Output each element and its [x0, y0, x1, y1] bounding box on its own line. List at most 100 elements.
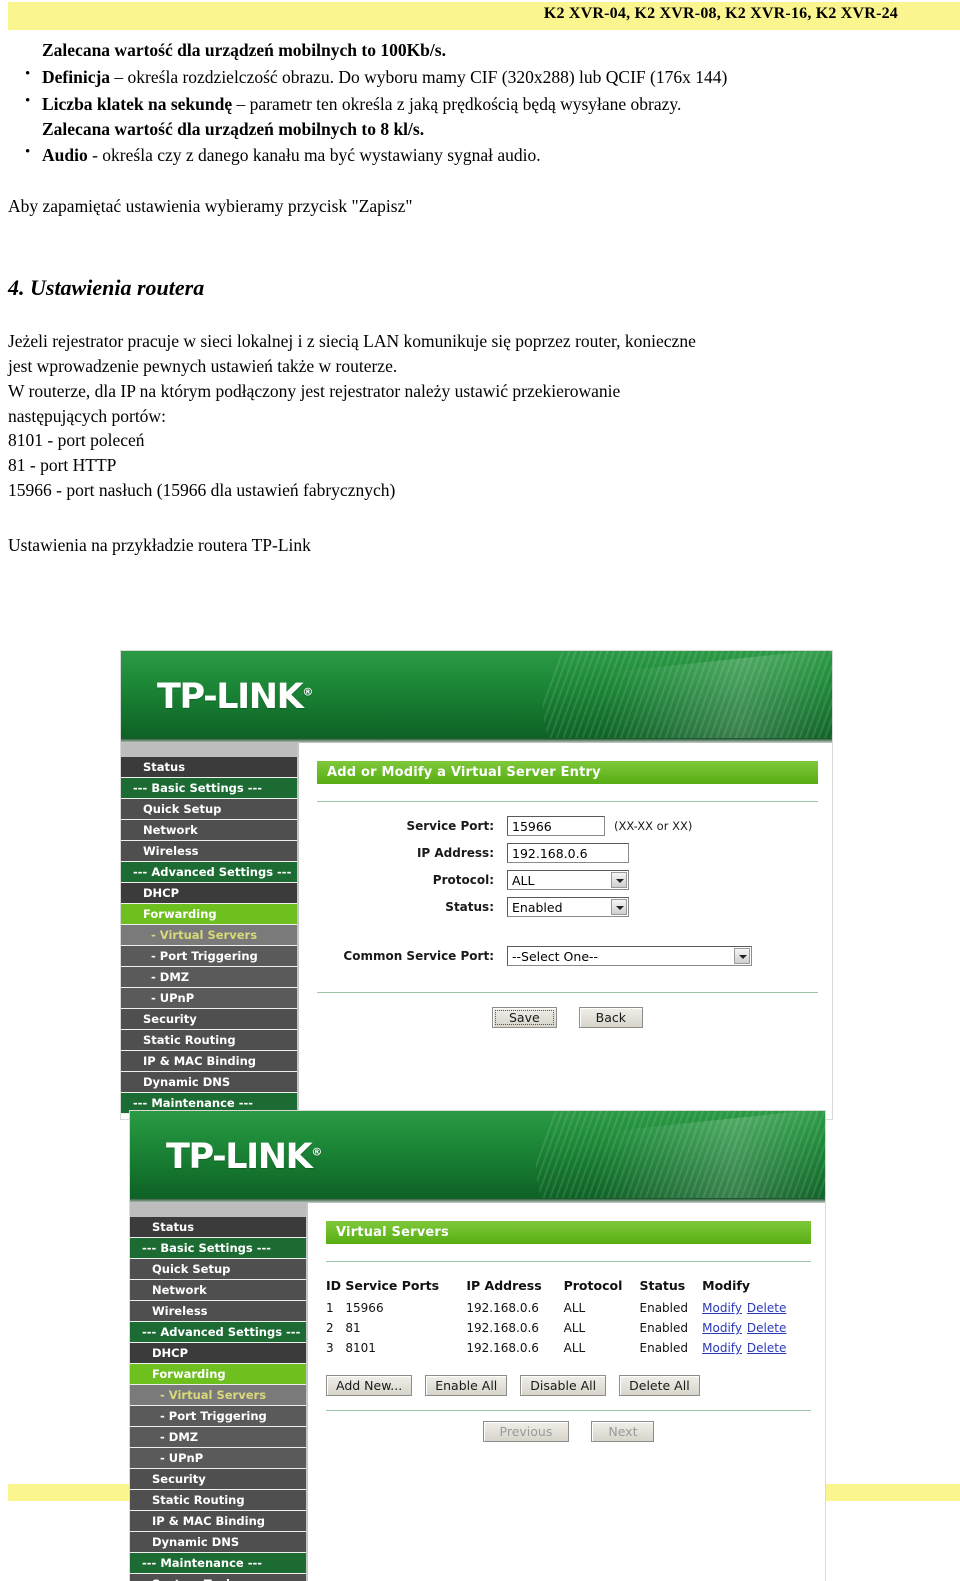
chevron-down-icon[interactable]: [734, 948, 750, 964]
sidebar-item-security[interactable]: Security: [130, 1469, 306, 1490]
list-item: Liczba klatek na sekundę – parametr ten …: [0, 91, 960, 142]
common-service-port-label: Common Service Port:: [343, 949, 494, 963]
sidebar-item-virtual-servers[interactable]: - Virtual Servers: [130, 1385, 306, 1406]
add-new-button[interactable]: Add New...: [326, 1375, 413, 1396]
modify-link[interactable]: Modify: [702, 1301, 742, 1315]
sidebar-item-quick-setup[interactable]: Quick Setup: [130, 1259, 306, 1280]
sidebar-item-dmz[interactable]: - DMZ: [130, 1427, 306, 1448]
port-line-8101: 8101 - port poleceń: [8, 430, 145, 451]
sidebar-item-port-triggering[interactable]: - Port Triggering: [121, 946, 297, 967]
cell-protocol: ALL: [563, 1341, 586, 1355]
sidebar-item-quick-setup[interactable]: Quick Setup: [121, 799, 297, 820]
divider: [317, 801, 818, 802]
table-row: 2 81 192.168.0.6 ALL Enabled Modify Delete: [326, 1318, 811, 1338]
cell-ip: 192.168.0.6: [466, 1321, 539, 1335]
cell-id: 1: [326, 1301, 334, 1315]
sidebar-item-network[interactable]: Network: [121, 820, 297, 841]
sidebar-item-dhcp[interactable]: DHCP: [121, 883, 297, 904]
enable-all-button[interactable]: Enable All: [425, 1375, 508, 1396]
tplink-logo-text: TP-LINK: [166, 1137, 313, 1177]
sidebar-item-virtual-servers[interactable]: - Virtual Servers: [121, 925, 297, 946]
sidebar-item-network[interactable]: Network: [130, 1280, 306, 1301]
sidebar-item-dynamic-dns[interactable]: Dynamic DNS: [130, 1532, 306, 1553]
status-label: Status:: [445, 900, 494, 914]
modify-link[interactable]: Modify: [702, 1341, 742, 1355]
table-actions: Add New... Enable All Disable All Delete…: [326, 1375, 811, 1396]
service-port-input[interactable]: 15966: [507, 816, 605, 836]
previous-button[interactable]: Previous: [482, 1421, 570, 1442]
example-line: Ustawienia na przykładzie routera TP-Lin…: [8, 534, 311, 555]
router-content: Virtual Servers ID Service Ports IP Addres…: [308, 1203, 825, 1581]
back-button[interactable]: Back: [578, 1007, 644, 1028]
sidebar-item-basic-settings: --- Basic Settings ---: [130, 1238, 306, 1259]
common-service-port-selected-value: --Select One--: [512, 949, 599, 964]
sidebar-item-ip-mac-binding[interactable]: IP & MAC Binding: [121, 1051, 297, 1072]
sidebar-item-static-routing[interactable]: Static Routing: [130, 1490, 306, 1511]
sidebar-item-ip-mac-binding[interactable]: IP & MAC Binding: [130, 1511, 306, 1532]
protocol-selected-value: ALL: [512, 873, 535, 888]
protocol-select[interactable]: ALL: [507, 870, 629, 890]
divider: [326, 1261, 811, 1262]
bullet-text: - określa czy z danego kanału ma być wys…: [87, 145, 541, 166]
router-screenshot-virtual-servers: TP-LINK® Status --- Basic Settings --- Qui…: [129, 1110, 826, 1581]
delete-link[interactable]: Delete: [747, 1301, 786, 1315]
sidebar-item-dmz[interactable]: - DMZ: [121, 967, 297, 988]
field-ip-address: IP Address: 192.168.0.6: [317, 843, 818, 863]
table-column-header: IP Address: [466, 1278, 542, 1293]
chevron-down-icon[interactable]: [611, 872, 627, 888]
sidebar-top-spacer: [130, 1203, 306, 1217]
table-column-header: ID: [326, 1278, 342, 1293]
sidebar-item-advanced-settings: --- Advanced Settings ---: [130, 1322, 306, 1343]
delete-link[interactable]: Delete: [747, 1341, 786, 1355]
pagination: Previous Next: [326, 1421, 811, 1442]
router-body: Status --- Basic Settings --- Quick Setup N…: [130, 1203, 825, 1581]
bullet-term: Definicja: [42, 66, 111, 87]
save-button[interactable]: Save: [491, 1007, 557, 1028]
list-item: Audio - określa czy z danego kanału ma b…: [0, 142, 960, 168]
chevron-down-icon[interactable]: [611, 899, 627, 915]
sidebar-item-system-tools[interactable]: System Tools: [130, 1574, 306, 1581]
delete-link[interactable]: Delete: [747, 1321, 786, 1335]
sidebar-item-wireless[interactable]: Wireless: [121, 841, 297, 862]
tplink-logo: TP-LINK®: [157, 677, 313, 717]
tplink-logo-text: TP-LINK: [157, 677, 304, 717]
sidebar-item-upnp[interactable]: - UPnP: [130, 1448, 306, 1469]
tplink-banner: TP-LINK®: [130, 1111, 825, 1203]
sidebar-item-basic-settings: --- Basic Settings ---: [121, 778, 297, 799]
sidebar-item-security[interactable]: Security: [121, 1009, 297, 1030]
cell-modify: Modify Delete: [702, 1318, 811, 1338]
ip-address-label: IP Address:: [416, 846, 494, 860]
sidebar-item-wireless[interactable]: Wireless: [130, 1301, 306, 1322]
common-service-port-select[interactable]: --Select One--: [507, 946, 752, 966]
tplink-banner: TP-LINK®: [121, 651, 832, 743]
sidebar-item-status[interactable]: Status: [121, 757, 297, 778]
sidebar-item-dynamic-dns[interactable]: Dynamic DNS: [121, 1072, 297, 1093]
sidebar-item-status[interactable]: Status: [130, 1217, 306, 1238]
bullet-text: – określa rozdzielczość obrazu. Do wybor…: [110, 66, 728, 87]
field-protocol: Protocol: ALL: [317, 870, 818, 890]
cell-ip: 192.168.0.6: [466, 1341, 539, 1355]
sidebar-item-dhcp[interactable]: DHCP: [130, 1343, 306, 1364]
ip-address-input[interactable]: 192.168.0.6: [507, 843, 629, 863]
cell-status: Enabled: [639, 1321, 689, 1335]
delete-all-button[interactable]: Delete All: [619, 1375, 700, 1396]
tplink-logo: TP-LINK®: [166, 1137, 322, 1177]
status-select[interactable]: Enabled: [507, 897, 629, 917]
bullet-followup: Zalecana wartość dla urządzeń mobilnych …: [42, 118, 425, 139]
next-button[interactable]: Next: [591, 1421, 655, 1442]
sidebar-item-forwarding[interactable]: Forwarding: [121, 904, 297, 925]
service-port-hint: (XX-XX or XX): [614, 819, 693, 833]
paragraph-line: W routerze, dla IP na którym podłączony …: [8, 380, 621, 401]
sidebar-item-port-triggering[interactable]: - Port Triggering: [130, 1406, 306, 1427]
table-row: 3 8101 192.168.0.6 ALL Enabled Modify Delete: [326, 1338, 811, 1358]
modify-link[interactable]: Modify: [702, 1321, 742, 1335]
protocol-label: Protocol:: [432, 873, 494, 887]
sidebar-item-static-routing[interactable]: Static Routing: [121, 1030, 297, 1051]
sidebar-item-maintenance: --- Maintenance ---: [130, 1553, 306, 1574]
form-spacer: [317, 924, 818, 946]
sidebar-item-forwarding[interactable]: Forwarding: [130, 1364, 306, 1385]
paragraph-line: następujących portów:: [8, 405, 166, 426]
disable-all-button[interactable]: Disable All: [520, 1375, 607, 1396]
sidebar-item-advanced-settings: --- Advanced Settings ---: [121, 862, 297, 883]
sidebar-item-upnp[interactable]: - UPnP: [121, 988, 297, 1009]
